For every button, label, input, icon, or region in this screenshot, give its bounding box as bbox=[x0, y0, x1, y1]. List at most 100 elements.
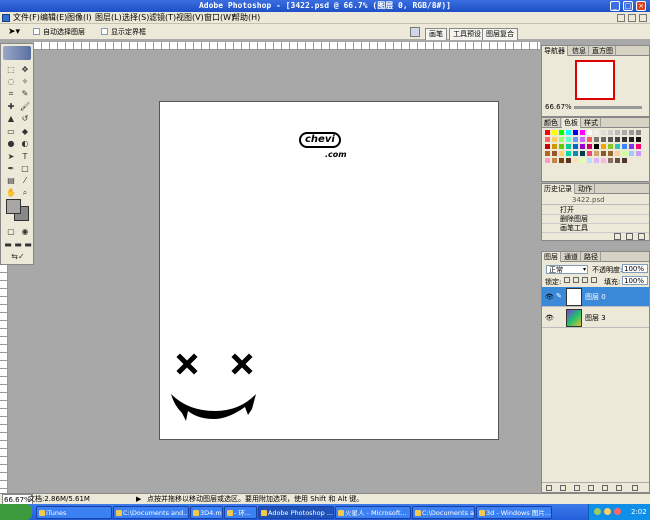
tab-history[interactable]: 历史记录 bbox=[542, 184, 575, 194]
lock-all-icon[interactable] bbox=[591, 277, 597, 283]
minimize-button[interactable]: _ bbox=[610, 1, 620, 11]
menu-help[interactable]: 帮助(H) bbox=[232, 12, 260, 24]
history-trash-icon[interactable] bbox=[638, 233, 645, 240]
menu-view[interactable]: 视图(V) bbox=[176, 12, 204, 24]
color-swatch[interactable] bbox=[614, 129, 621, 136]
color-swatch[interactable] bbox=[593, 129, 600, 136]
tab-histogram[interactable]: 直方图 bbox=[590, 46, 616, 56]
history-snapshot-icon[interactable] bbox=[626, 233, 633, 240]
color-swatch[interactable] bbox=[558, 157, 565, 164]
color-swatch[interactable] bbox=[558, 143, 565, 150]
swatch-grid[interactable] bbox=[544, 129, 646, 164]
menu-filter[interactable]: 滤镜(T) bbox=[149, 12, 176, 24]
color-swatch[interactable] bbox=[607, 150, 614, 157]
color-swatch[interactable] bbox=[551, 143, 558, 150]
history-item-open[interactable]: 打开 bbox=[542, 206, 649, 215]
tab-paths[interactable]: 路径 bbox=[582, 252, 601, 262]
doc-minimize-icon[interactable] bbox=[617, 14, 625, 22]
adjustment-layer-icon[interactable] bbox=[588, 485, 594, 491]
history-item-delete-layer[interactable]: 删除图层 bbox=[542, 215, 649, 224]
menu-image[interactable]: 图像(I) bbox=[67, 12, 92, 24]
tab-channels[interactable]: 通道 bbox=[562, 252, 581, 262]
taskbar-3dsmax[interactable]: 3D4.max bbox=[190, 506, 223, 519]
clock[interactable]: 2:02 bbox=[631, 506, 647, 518]
new-layer-icon[interactable] bbox=[616, 485, 622, 491]
history-snapshot[interactable]: 3422.psd bbox=[542, 195, 649, 205]
color-swatch[interactable] bbox=[593, 150, 600, 157]
color-swatch[interactable] bbox=[544, 143, 551, 150]
color-swatch[interactable] bbox=[572, 129, 579, 136]
quick-mask-icon[interactable]: ◉ bbox=[18, 226, 32, 237]
maximize-button[interactable]: □ bbox=[623, 1, 633, 11]
bucket-icon[interactable]: ◆ bbox=[18, 126, 32, 137]
layer-row-0[interactable]: 👁 ✎ 图层 0 bbox=[542, 287, 649, 307]
color-swatch[interactable] bbox=[600, 143, 607, 150]
menu-window[interactable]: 窗口(W) bbox=[204, 12, 234, 24]
stamp-icon[interactable]: ▲ bbox=[4, 113, 18, 124]
color-swatch[interactable] bbox=[621, 157, 628, 164]
taskbar-ie[interactable]: 火星人 - Microsoft... bbox=[335, 506, 411, 519]
color-swatch[interactable] bbox=[558, 136, 565, 143]
color-swatch[interactable] bbox=[572, 143, 579, 150]
crop-icon[interactable]: ⌗ bbox=[4, 88, 18, 99]
color-swatch[interactable] bbox=[600, 150, 607, 157]
color-swatch[interactable] bbox=[558, 150, 565, 157]
show-bounds-checkbox[interactable] bbox=[101, 28, 108, 35]
eyedropper-icon[interactable]: ⁄ bbox=[18, 175, 32, 186]
menu-edit[interactable]: 编辑(E) bbox=[40, 12, 67, 24]
color-swatch[interactable] bbox=[621, 129, 628, 136]
close-button[interactable]: × bbox=[636, 1, 646, 11]
link-icon[interactable] bbox=[546, 485, 552, 491]
tab-navigator[interactable]: 导航器 bbox=[542, 46, 568, 56]
doc-close-icon[interactable] bbox=[639, 14, 647, 22]
color-swatch[interactable] bbox=[565, 143, 572, 150]
color-swatch[interactable] bbox=[579, 157, 586, 164]
start-button[interactable] bbox=[0, 504, 32, 520]
tab-layers[interactable]: 图层 bbox=[542, 252, 561, 262]
tab-color[interactable]: 颜色 bbox=[542, 118, 561, 128]
menu-select[interactable]: 选择(S) bbox=[122, 12, 149, 24]
color-swatch[interactable] bbox=[572, 150, 579, 157]
blur-icon[interactable]: ● bbox=[4, 138, 18, 149]
pen-icon[interactable]: ✒ bbox=[4, 163, 18, 174]
history-item-brush[interactable]: 画笔工具 bbox=[542, 224, 649, 233]
foreground-color-swatch[interactable] bbox=[6, 199, 21, 214]
color-swatch[interactable] bbox=[586, 143, 593, 150]
color-swatch[interactable] bbox=[579, 150, 586, 157]
color-swatch[interactable] bbox=[621, 150, 628, 157]
eye-icon[interactable]: 👁 bbox=[545, 293, 554, 301]
eraser-icon[interactable]: ▭ bbox=[4, 126, 18, 137]
trash-icon[interactable] bbox=[632, 485, 638, 491]
color-swatch[interactable] bbox=[607, 157, 614, 164]
tray-icon[interactable] bbox=[604, 508, 611, 515]
marquee-icon[interactable]: ⬚ bbox=[4, 64, 18, 75]
color-swatch[interactable] bbox=[635, 150, 642, 157]
color-swatch[interactable] bbox=[593, 157, 600, 164]
color-swatch[interactable] bbox=[579, 129, 586, 136]
color-swatch[interactable] bbox=[628, 136, 635, 143]
tab-info[interactable]: 信息 bbox=[570, 46, 589, 56]
hand-icon[interactable]: ✋ bbox=[4, 187, 18, 198]
color-swatch[interactable] bbox=[614, 136, 621, 143]
history-brush-icon[interactable]: ↺ bbox=[18, 113, 32, 124]
color-swatch[interactable] bbox=[607, 129, 614, 136]
color-swatch[interactable] bbox=[628, 150, 635, 157]
menu-layer[interactable]: 图层(L) bbox=[95, 12, 122, 24]
move-icon[interactable]: ✥ bbox=[18, 64, 32, 75]
lock-transparency-icon[interactable] bbox=[564, 277, 570, 283]
history-new-doc-icon[interactable] bbox=[614, 233, 621, 240]
color-swatch[interactable] bbox=[565, 129, 572, 136]
color-swatch[interactable] bbox=[558, 129, 565, 136]
tab-styles[interactable]: 样式 bbox=[582, 118, 601, 128]
color-swatch[interactable] bbox=[607, 143, 614, 150]
color-swatch[interactable] bbox=[579, 136, 586, 143]
notes-icon[interactable]: ▤ bbox=[4, 175, 18, 186]
slice-icon[interactable]: ✎ bbox=[18, 88, 32, 99]
color-swatch[interactable] bbox=[544, 157, 551, 164]
dodge-icon[interactable]: ◐ bbox=[18, 138, 32, 149]
tray-icon[interactable] bbox=[614, 508, 621, 515]
auto-select-checkbox[interactable] bbox=[33, 28, 40, 35]
tab-brushes[interactable]: 画笔 bbox=[425, 28, 447, 40]
color-swatch[interactable] bbox=[544, 150, 551, 157]
layer-row-3[interactable]: 👁 图层 3 bbox=[542, 308, 649, 328]
